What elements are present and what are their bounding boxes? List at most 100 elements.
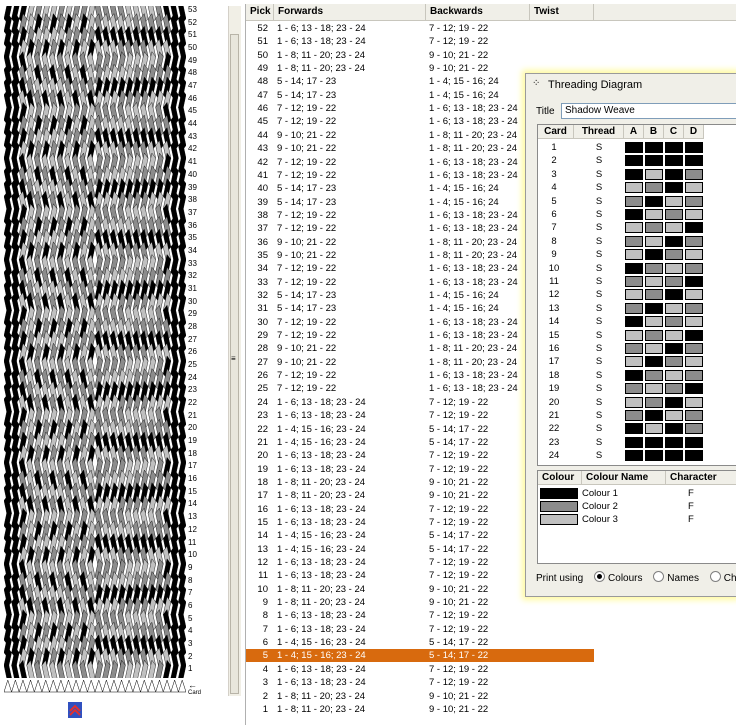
- hole-colour-cell[interactable]: [685, 396, 703, 408]
- card-row[interactable]: 22 S: [538, 422, 708, 435]
- thread-direction[interactable]: S: [574, 422, 624, 435]
- hole-colour-cell[interactable]: [665, 262, 683, 274]
- table-row[interactable]: 52 1 - 6; 13 - 18; 23 - 24 7 - 12; 19 - 22: [246, 22, 594, 35]
- hole-colour-cell[interactable]: [645, 142, 663, 153]
- hole-colour-cell[interactable]: [665, 276, 683, 287]
- hole-colour-cell[interactable]: [685, 182, 703, 194]
- hole-colour-cell[interactable]: [685, 155, 703, 167]
- thread-direction[interactable]: S: [574, 168, 624, 181]
- card-row[interactable]: 15 S: [538, 329, 708, 342]
- hole-colour-cell[interactable]: [665, 383, 683, 395]
- hole-colour-cell[interactable]: [665, 209, 683, 220]
- hole-colour-cell[interactable]: [685, 316, 703, 328]
- card-row[interactable]: 14 S: [538, 315, 708, 328]
- hole-colour-cell[interactable]: [665, 249, 683, 261]
- hole-colour-cell[interactable]: [665, 235, 683, 247]
- card-row[interactable]: 6S: [538, 208, 708, 221]
- table-row[interactable]: 8 1 - 6; 13 - 18; 23 - 24 7 - 12; 19 - 22: [246, 609, 594, 622]
- hole-colour-cell[interactable]: [625, 249, 643, 261]
- hole-colour-cell[interactable]: [645, 182, 663, 194]
- radio-colours[interactable]: [594, 571, 606, 582]
- hole-colour-cell[interactable]: [645, 262, 663, 274]
- hole-colour-cell[interactable]: [665, 168, 683, 180]
- hole-colour-cell[interactable]: [645, 168, 663, 180]
- hole-colour-cell[interactable]: [685, 343, 703, 354]
- hole-colour-cell[interactable]: [645, 329, 663, 341]
- hole-colour-cell[interactable]: [625, 262, 643, 274]
- hole-colour-cell[interactable]: [685, 168, 703, 180]
- thread-direction[interactable]: S: [574, 382, 624, 395]
- colour-row[interactable]: Colour 2 F: [538, 500, 736, 513]
- hole-colour-cell[interactable]: [685, 249, 703, 261]
- hole-colour-cell[interactable]: [645, 222, 663, 234]
- thread-direction[interactable]: S: [574, 208, 624, 221]
- card-row[interactable]: 20 S: [538, 396, 708, 409]
- hole-colour-cell[interactable]: [625, 195, 643, 207]
- hole-colour-cell[interactable]: [645, 436, 663, 448]
- table-row[interactable]: 5 1 - 4; 15 - 16; 23 - 24 5 - 14; 17 - 22: [246, 649, 594, 663]
- hole-colour-cell[interactable]: [685, 369, 703, 381]
- hole-colour-cell[interactable]: [645, 289, 663, 301]
- hole-colour-cell[interactable]: [685, 262, 703, 274]
- thread-direction[interactable]: S: [574, 302, 624, 315]
- hole-colour-cell[interactable]: [645, 383, 663, 395]
- thread-direction[interactable]: S: [574, 288, 624, 301]
- dialog-title-bar[interactable]: ⁘ Threading Diagram: [526, 74, 736, 96]
- hole-colour-cell[interactable]: [625, 302, 643, 314]
- radio-characters[interactable]: [709, 571, 721, 582]
- hole-colour-cell[interactable]: [665, 436, 683, 448]
- hole-colour-cell[interactable]: [625, 356, 643, 368]
- thread-direction[interactable]: S: [574, 369, 624, 382]
- hole-colour-cell[interactable]: [625, 423, 643, 435]
- hole-colour-cell[interactable]: [625, 316, 643, 328]
- thread-direction[interactable]: S: [574, 141, 624, 154]
- hole-colour-cell[interactable]: [625, 209, 643, 220]
- card-row[interactable]: 17 S: [538, 355, 708, 368]
- table-row[interactable]: 50 1 - 8; 11 - 20; 23 - 24 9 - 10; 21 - 22: [246, 49, 594, 62]
- card-row[interactable]: 12 S: [538, 288, 708, 301]
- table-row[interactable]: 7 1 - 6; 13 - 18; 23 - 24 7 - 12; 19 - 22: [246, 623, 594, 636]
- colour-row[interactable]: Colour 1 F: [538, 487, 736, 500]
- card-row[interactable]: 1S: [538, 141, 708, 154]
- hole-colour-cell[interactable]: [625, 343, 643, 354]
- hole-colour-cell[interactable]: [645, 316, 663, 328]
- hole-colour-cell[interactable]: [665, 222, 683, 234]
- thread-direction[interactable]: S: [574, 436, 624, 449]
- hole-colour-cell[interactable]: [685, 410, 703, 421]
- hole-colour-cell[interactable]: [685, 142, 703, 153]
- hole-colour-cell[interactable]: [665, 356, 683, 368]
- card-row[interactable]: 24 S: [538, 449, 708, 462]
- card-row[interactable]: 11 S: [538, 275, 708, 288]
- thread-direction[interactable]: S: [574, 154, 624, 167]
- thread-direction[interactable]: S: [574, 181, 624, 194]
- hole-colour-cell[interactable]: [645, 450, 663, 462]
- hole-colour-cell[interactable]: [645, 423, 663, 435]
- hole-colour-cell[interactable]: [665, 182, 683, 194]
- hole-colour-cell[interactable]: [685, 222, 703, 234]
- card-row[interactable]: 23 S: [538, 436, 708, 449]
- card-row[interactable]: 2S: [538, 154, 708, 167]
- table-row[interactable]: 51 1 - 6; 13 - 18; 23 - 24 7 - 12; 19 - 22: [246, 35, 594, 48]
- hole-colour-cell[interactable]: [685, 356, 703, 368]
- card-row[interactable]: 13 S: [538, 302, 708, 315]
- card-threading-grid[interactable]: Card Thread A B C D 1 S 2 S 3 S 4 S 5 S 6 S 7 S 8 S 9 S 10…: [537, 124, 736, 466]
- hole-colour-cell[interactable]: [665, 155, 683, 167]
- col-pick[interactable]: Pick: [246, 4, 274, 20]
- thread-direction[interactable]: S: [574, 262, 624, 275]
- hole-colour-cell[interactable]: [625, 383, 643, 395]
- col-backwards[interactable]: Backwards: [426, 4, 530, 20]
- hole-colour-cell[interactable]: [685, 276, 703, 287]
- table-row[interactable]: 6 1 - 4; 15 - 16; 23 - 24 5 - 14; 17 - 22: [246, 636, 594, 649]
- hole-colour-cell[interactable]: [625, 168, 643, 180]
- hole-colour-cell[interactable]: [665, 369, 683, 381]
- col-forwards[interactable]: Forwards: [274, 4, 426, 20]
- hole-colour-cell[interactable]: [645, 356, 663, 368]
- hole-colour-cell[interactable]: [645, 343, 663, 354]
- hole-colour-cell[interactable]: [625, 410, 643, 421]
- thread-direction[interactable]: S: [574, 396, 624, 409]
- thread-direction[interactable]: S: [574, 235, 624, 248]
- card-row[interactable]: 8S: [538, 235, 708, 248]
- thread-direction[interactable]: S: [574, 329, 624, 342]
- scrollbar-thumb[interactable]: [230, 34, 239, 694]
- card-row[interactable]: 19 S: [538, 382, 708, 395]
